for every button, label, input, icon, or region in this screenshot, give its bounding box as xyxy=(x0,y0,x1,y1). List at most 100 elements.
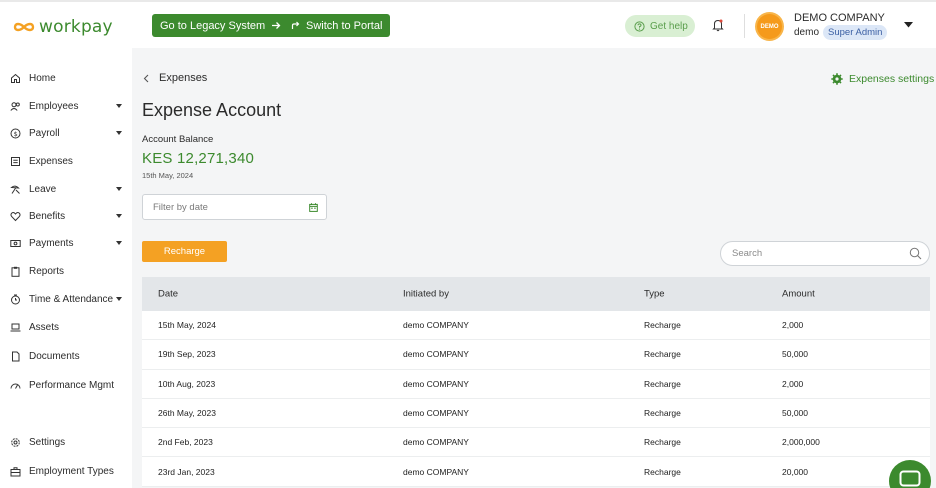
account-caret-down-icon[interactable] xyxy=(904,22,913,28)
expenses-settings-link[interactable]: Expenses settings xyxy=(831,73,934,85)
chevron-down-icon xyxy=(116,241,122,245)
sidebar-item-payroll[interactable]: $ Payroll xyxy=(10,124,126,142)
dollar-icon: $ xyxy=(10,128,21,139)
cell-initiated-by: demo COMPANY xyxy=(403,437,469,448)
home-icon xyxy=(10,73,21,84)
cell-initiated-by: demo COMPANY xyxy=(403,408,469,419)
legacy-system-label: Go to Legacy System xyxy=(160,19,266,32)
infinity-logo-icon xyxy=(13,22,35,32)
user-name: demo xyxy=(794,27,820,38)
chevron-down-icon xyxy=(116,187,122,191)
chevron-down-icon xyxy=(116,297,122,301)
cell-type: Recharge xyxy=(644,408,681,419)
sidebar-item-employees[interactable]: Employees xyxy=(10,97,126,115)
cell-date: 10th Aug, 2023 xyxy=(158,378,216,389)
breadcrumb-back[interactable]: Expenses xyxy=(143,72,207,84)
user-info: demo Super Admin xyxy=(794,25,888,40)
cell-amount: 2,000 xyxy=(782,378,804,389)
clock-icon xyxy=(10,294,21,305)
cell-date: 15th May, 2024 xyxy=(158,320,216,331)
table-row[interactable]: 10th Aug, 2023 demo COMPANY Recharge 2,0… xyxy=(142,369,930,399)
cell-initiated-by: demo COMPANY xyxy=(403,378,469,389)
cell-date: 19th Sep, 2023 xyxy=(158,349,216,360)
sidebar-item-label: Performance Mgmt xyxy=(29,379,115,391)
sidebar-item-leave[interactable]: Leave xyxy=(10,180,126,198)
sidebar-item-payments[interactable]: Payments xyxy=(10,234,126,252)
sidebar-item-settings[interactable]: Settings xyxy=(10,433,126,451)
date-filter-input[interactable]: Filter by date xyxy=(142,194,327,220)
sidebar-item-benefits[interactable]: Benefits xyxy=(10,207,126,225)
sidebar-item-label: Documents xyxy=(29,350,80,362)
top-bar: workpay Go to Legacy System Switch to Po… xyxy=(0,0,936,48)
sidebar-item-label: Benefits xyxy=(29,210,66,222)
sidebar-item-assets[interactable]: Assets xyxy=(10,318,126,336)
column-header-amount[interactable]: Amount xyxy=(782,289,815,300)
company-avatar-text: DEMO xyxy=(760,23,779,30)
sidebar-item-expenses[interactable]: Expenses xyxy=(10,152,126,170)
chat-bubble-icon xyxy=(899,470,921,487)
cell-amount: 2,000,000 xyxy=(782,437,820,448)
gear-icon xyxy=(831,73,843,85)
sidebar-item-label: Assets xyxy=(29,321,60,333)
recharge-button[interactable]: Recharge xyxy=(142,241,227,262)
gear-icon xyxy=(10,437,21,448)
chevron-left-icon xyxy=(143,74,149,82)
table-row[interactable]: 15th May, 2024 demo COMPANY Recharge 2,0… xyxy=(142,311,930,341)
get-help-button[interactable]: Get help xyxy=(625,15,695,37)
switch-to-portal-button[interactable]: Switch to Portal xyxy=(283,14,391,37)
sidebar: Home Employees $ Payroll Expenses Leave … xyxy=(0,48,132,488)
users-icon xyxy=(10,101,21,112)
notification-bell-icon[interactable] xyxy=(712,18,724,32)
cell-amount: 50,000 xyxy=(782,349,808,360)
sidebar-item-label: Reports xyxy=(29,265,65,277)
cell-initiated-by: demo COMPANY xyxy=(403,466,469,477)
briefcase-icon xyxy=(10,466,21,477)
sidebar-item-performance[interactable]: Performance Mgmt xyxy=(10,376,126,394)
role-badge: Super Admin xyxy=(823,25,888,40)
column-header-initiated-by[interactable]: Initiated by xyxy=(403,289,449,300)
table-row[interactable]: 26th May, 2023 demo COMPANY Recharge 50,… xyxy=(142,398,930,429)
sidebar-item-employment-types[interactable]: Employment Types xyxy=(10,462,126,480)
workpay-logo[interactable]: workpay xyxy=(12,17,113,37)
sidebar-item-label: Employment Types xyxy=(29,465,114,477)
chevron-down-icon xyxy=(116,214,122,218)
page-title: Expense Account xyxy=(142,100,282,120)
sidebar-item-time-attendance[interactable]: Time & Attendance xyxy=(10,290,126,308)
cash-icon xyxy=(10,238,21,249)
search-input[interactable]: Search xyxy=(720,241,930,266)
company-avatar[interactable]: DEMO xyxy=(757,14,782,39)
sidebar-item-label: Payments xyxy=(29,237,74,249)
cell-date: 2nd Feb, 2023 xyxy=(158,437,213,448)
balance-value: KES 12,271,340 xyxy=(142,150,255,167)
column-header-type[interactable]: Type xyxy=(644,289,665,300)
date-filter-placeholder: Filter by date xyxy=(153,202,208,213)
chevron-down-icon xyxy=(116,131,122,135)
chevron-down-icon xyxy=(116,104,122,108)
heart-icon xyxy=(10,211,21,222)
sidebar-item-label: Time & Attendance xyxy=(29,293,114,305)
redirect-arrow-icon xyxy=(291,21,300,29)
sidebar-item-reports[interactable]: Reports xyxy=(10,262,126,280)
gauge-icon xyxy=(10,380,21,391)
column-header-date[interactable]: Date xyxy=(158,289,178,300)
cell-initiated-by: demo COMPANY xyxy=(403,349,469,360)
balance-label: Account Balance xyxy=(142,134,214,145)
table-row[interactable]: 19th Sep, 2023 demo COMPANY Recharge 50,… xyxy=(142,340,930,370)
sidebar-item-label: Payroll xyxy=(29,127,60,139)
expenses-table: Date Initiated by Type Amount 15th May, … xyxy=(142,277,930,487)
header-divider xyxy=(744,14,745,38)
cell-amount: 50,000 xyxy=(782,408,808,419)
beach-icon xyxy=(10,184,21,195)
breadcrumb-label: Expenses xyxy=(159,72,208,84)
cell-type: Recharge xyxy=(644,466,681,477)
sidebar-item-home[interactable]: Home xyxy=(10,69,126,87)
table-row[interactable]: 23rd Jan, 2023 demo COMPANY Recharge 20,… xyxy=(142,457,930,487)
cell-date: 23rd Jan, 2023 xyxy=(158,466,215,477)
table-row[interactable]: 2nd Feb, 2023 demo COMPANY Recharge 2,00… xyxy=(142,428,930,458)
sidebar-item-label: Home xyxy=(29,72,56,84)
receipt-icon xyxy=(10,156,21,167)
expenses-settings-label: Expenses settings xyxy=(849,73,935,85)
legacy-system-button[interactable]: Go to Legacy System xyxy=(152,14,290,37)
sidebar-item-label: Expenses xyxy=(29,155,73,167)
sidebar-item-documents[interactable]: Documents xyxy=(10,347,126,365)
